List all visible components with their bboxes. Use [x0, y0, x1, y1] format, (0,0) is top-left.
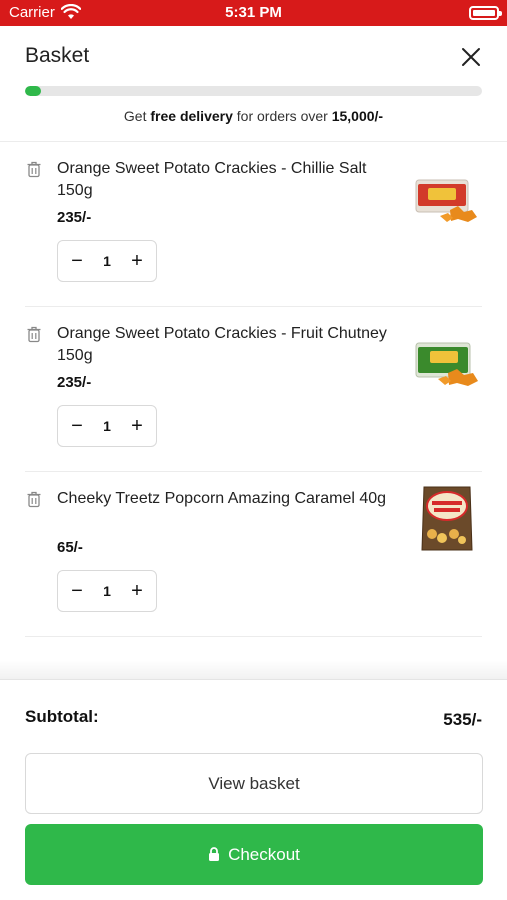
- footer-shadow: [0, 660, 507, 680]
- status-time: 5:31 PM: [225, 4, 282, 21]
- product-image[interactable]: [410, 337, 485, 397]
- increase-quantity-button[interactable]: +: [120, 571, 154, 611]
- subtotal-value: 535/-: [443, 710, 482, 729]
- close-icon[interactable]: [456, 42, 486, 72]
- progress-fill: [25, 86, 41, 96]
- trash-icon[interactable]: [26, 325, 42, 343]
- delivery-threshold: 15,000/-: [331, 108, 384, 124]
- trash-icon[interactable]: [26, 160, 42, 178]
- checkout-label: Checkout: [228, 845, 300, 864]
- basket-footer: Subtotal: 535/- View basket Checkout: [0, 679, 507, 900]
- view-basket-button[interactable]: View basket: [25, 753, 483, 814]
- item-name: Orange Sweet Potato Crackies - Fruit Chu…: [57, 325, 387, 364]
- item-price: 235/-: [57, 209, 92, 226]
- delivery-text-bold: free delivery: [150, 108, 233, 124]
- quantity-value: 1: [103, 418, 111, 434]
- item-price: 235/-: [57, 374, 92, 391]
- basket-item: Cheeky Treetz Popcorn Amazing Caramel 40…: [0, 472, 507, 637]
- page-title: Basket: [25, 44, 90, 67]
- basket-item: Orange Sweet Potato Crackies - Chillie S…: [0, 142, 507, 307]
- decrease-quantity-button[interactable]: −: [60, 241, 94, 281]
- checkout-button[interactable]: Checkout: [25, 824, 483, 885]
- decrease-quantity-button[interactable]: −: [60, 571, 94, 611]
- decrease-quantity-button[interactable]: −: [60, 406, 94, 446]
- item-price: 65/-: [57, 539, 83, 556]
- view-basket-label: View basket: [208, 774, 300, 793]
- divider: [25, 636, 482, 637]
- product-image[interactable]: [410, 172, 485, 232]
- quantity-stepper: − 1 +: [57, 570, 157, 612]
- quantity-stepper: − 1 +: [57, 240, 157, 282]
- increase-quantity-button[interactable]: +: [120, 406, 154, 446]
- item-name: Cheeky Treetz Popcorn Amazing Caramel 40…: [57, 490, 387, 507]
- free-delivery-progress-bar: [25, 86, 482, 96]
- product-image[interactable]: [410, 484, 485, 554]
- lock-icon: [209, 847, 220, 861]
- subtotal-label: Subtotal:: [25, 707, 99, 726]
- battery-icon: [469, 6, 502, 20]
- basket-item: Orange Sweet Potato Crackies - Fruit Chu…: [0, 307, 507, 472]
- item-name: Orange Sweet Potato Crackies - Chillie S…: [57, 160, 367, 199]
- trash-icon[interactable]: [26, 490, 42, 508]
- quantity-stepper: − 1 +: [57, 405, 157, 447]
- delivery-text-middle: for orders over: [232, 108, 332, 124]
- status-bar: Carrier 5:31 PM: [0, 0, 507, 26]
- free-delivery-note: Get free delivery for orders over 15,000…: [0, 108, 507, 124]
- delivery-text-before: Get: [123, 108, 151, 124]
- quantity-value: 1: [103, 253, 111, 269]
- increase-quantity-button[interactable]: +: [120, 241, 154, 281]
- quantity-value: 1: [103, 583, 111, 599]
